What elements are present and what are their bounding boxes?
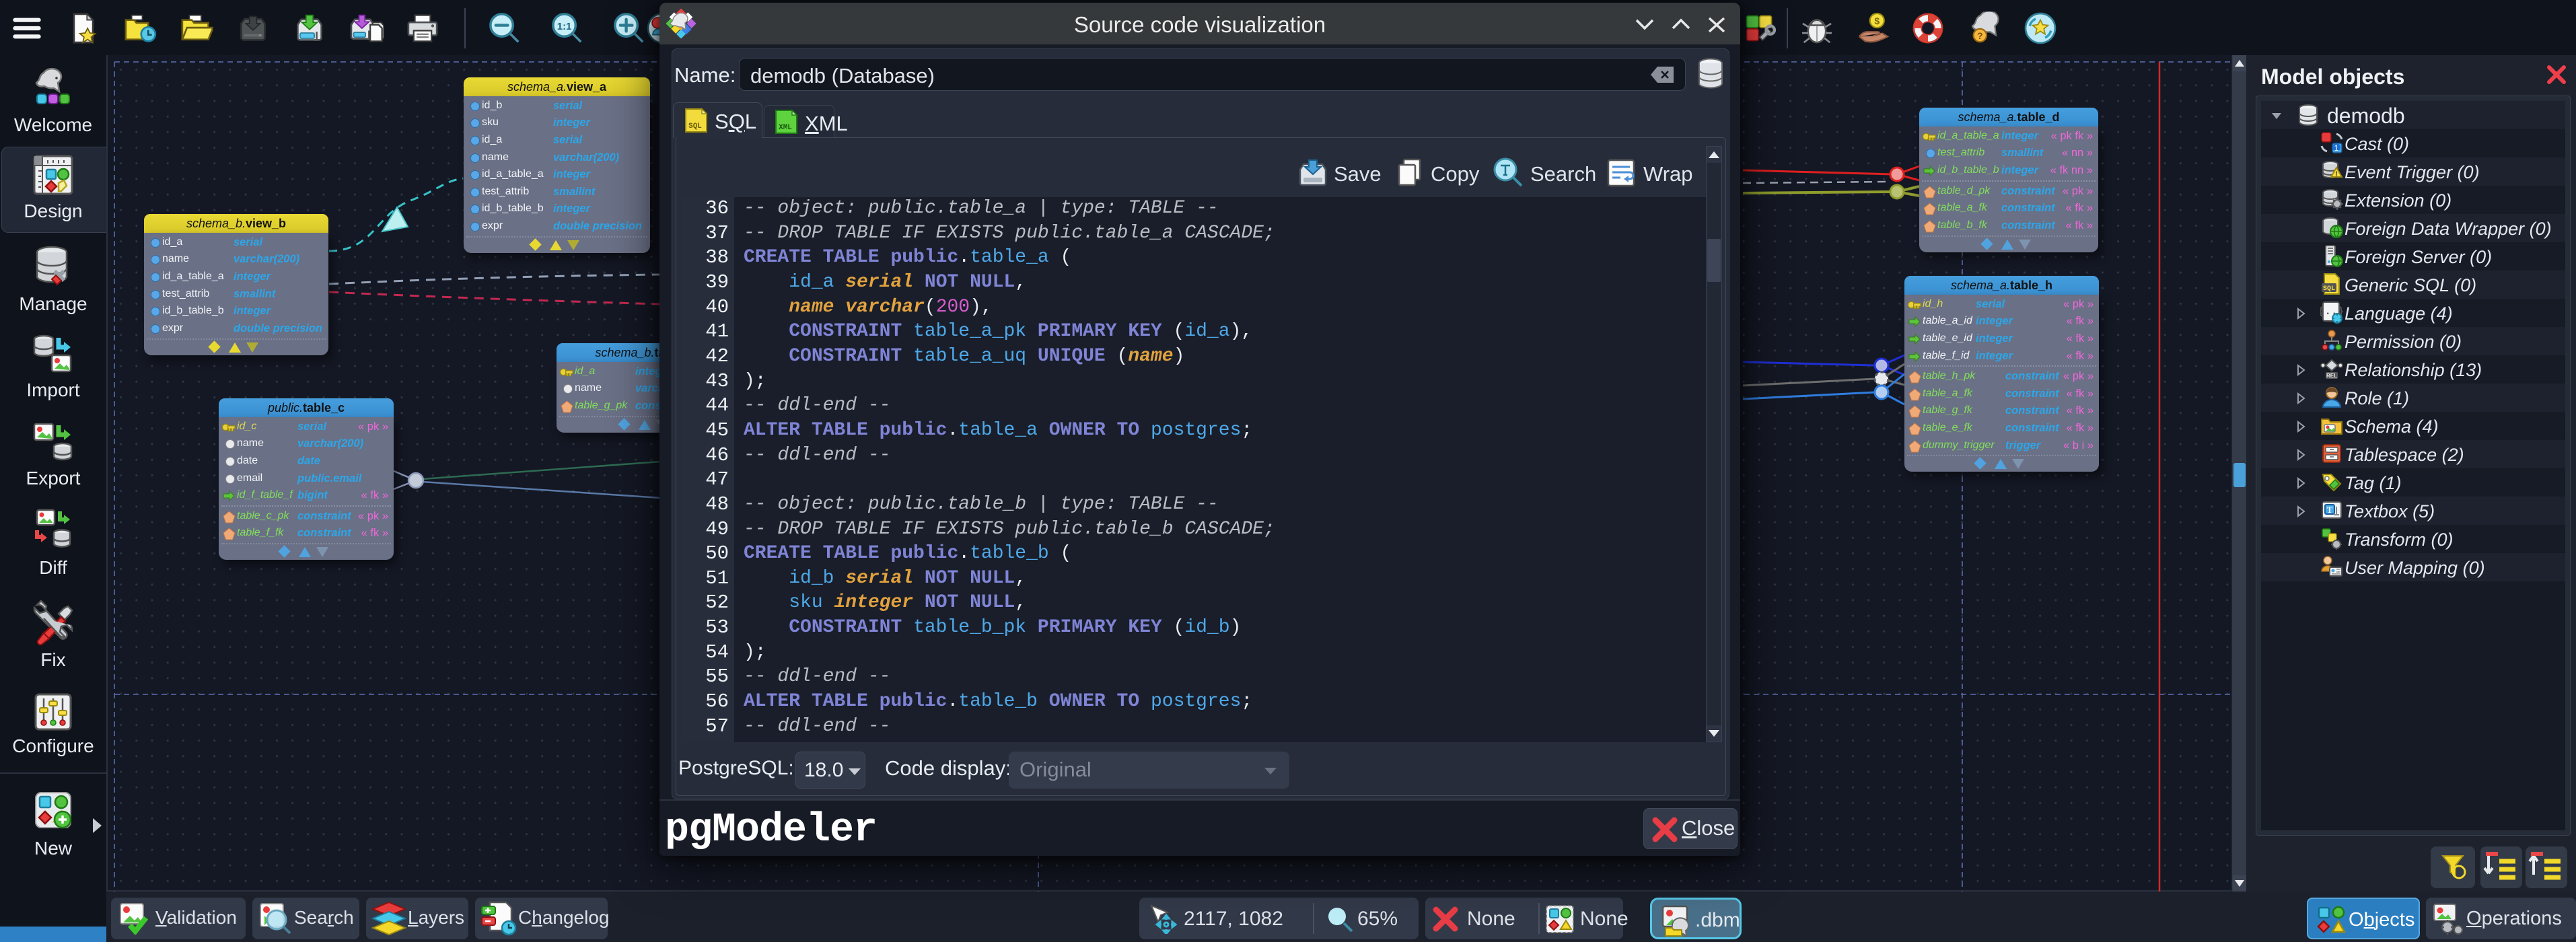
svg-text:XML: XML [779,124,792,132]
svg-text:REL: REL [2326,373,2337,379]
svg-text:$: $ [1874,15,1880,26]
svg-text:!: ! [2335,170,2338,178]
svg-text:?: ? [1977,30,1983,41]
svg-text:1:1: 1:1 [557,21,572,32]
svg-text:T: T [2327,505,2333,515]
svg-text:SQL: SQL [688,122,702,131]
svg-text:1: 1 [2334,143,2339,153]
svg-text:SQL: SQL [2323,285,2335,293]
